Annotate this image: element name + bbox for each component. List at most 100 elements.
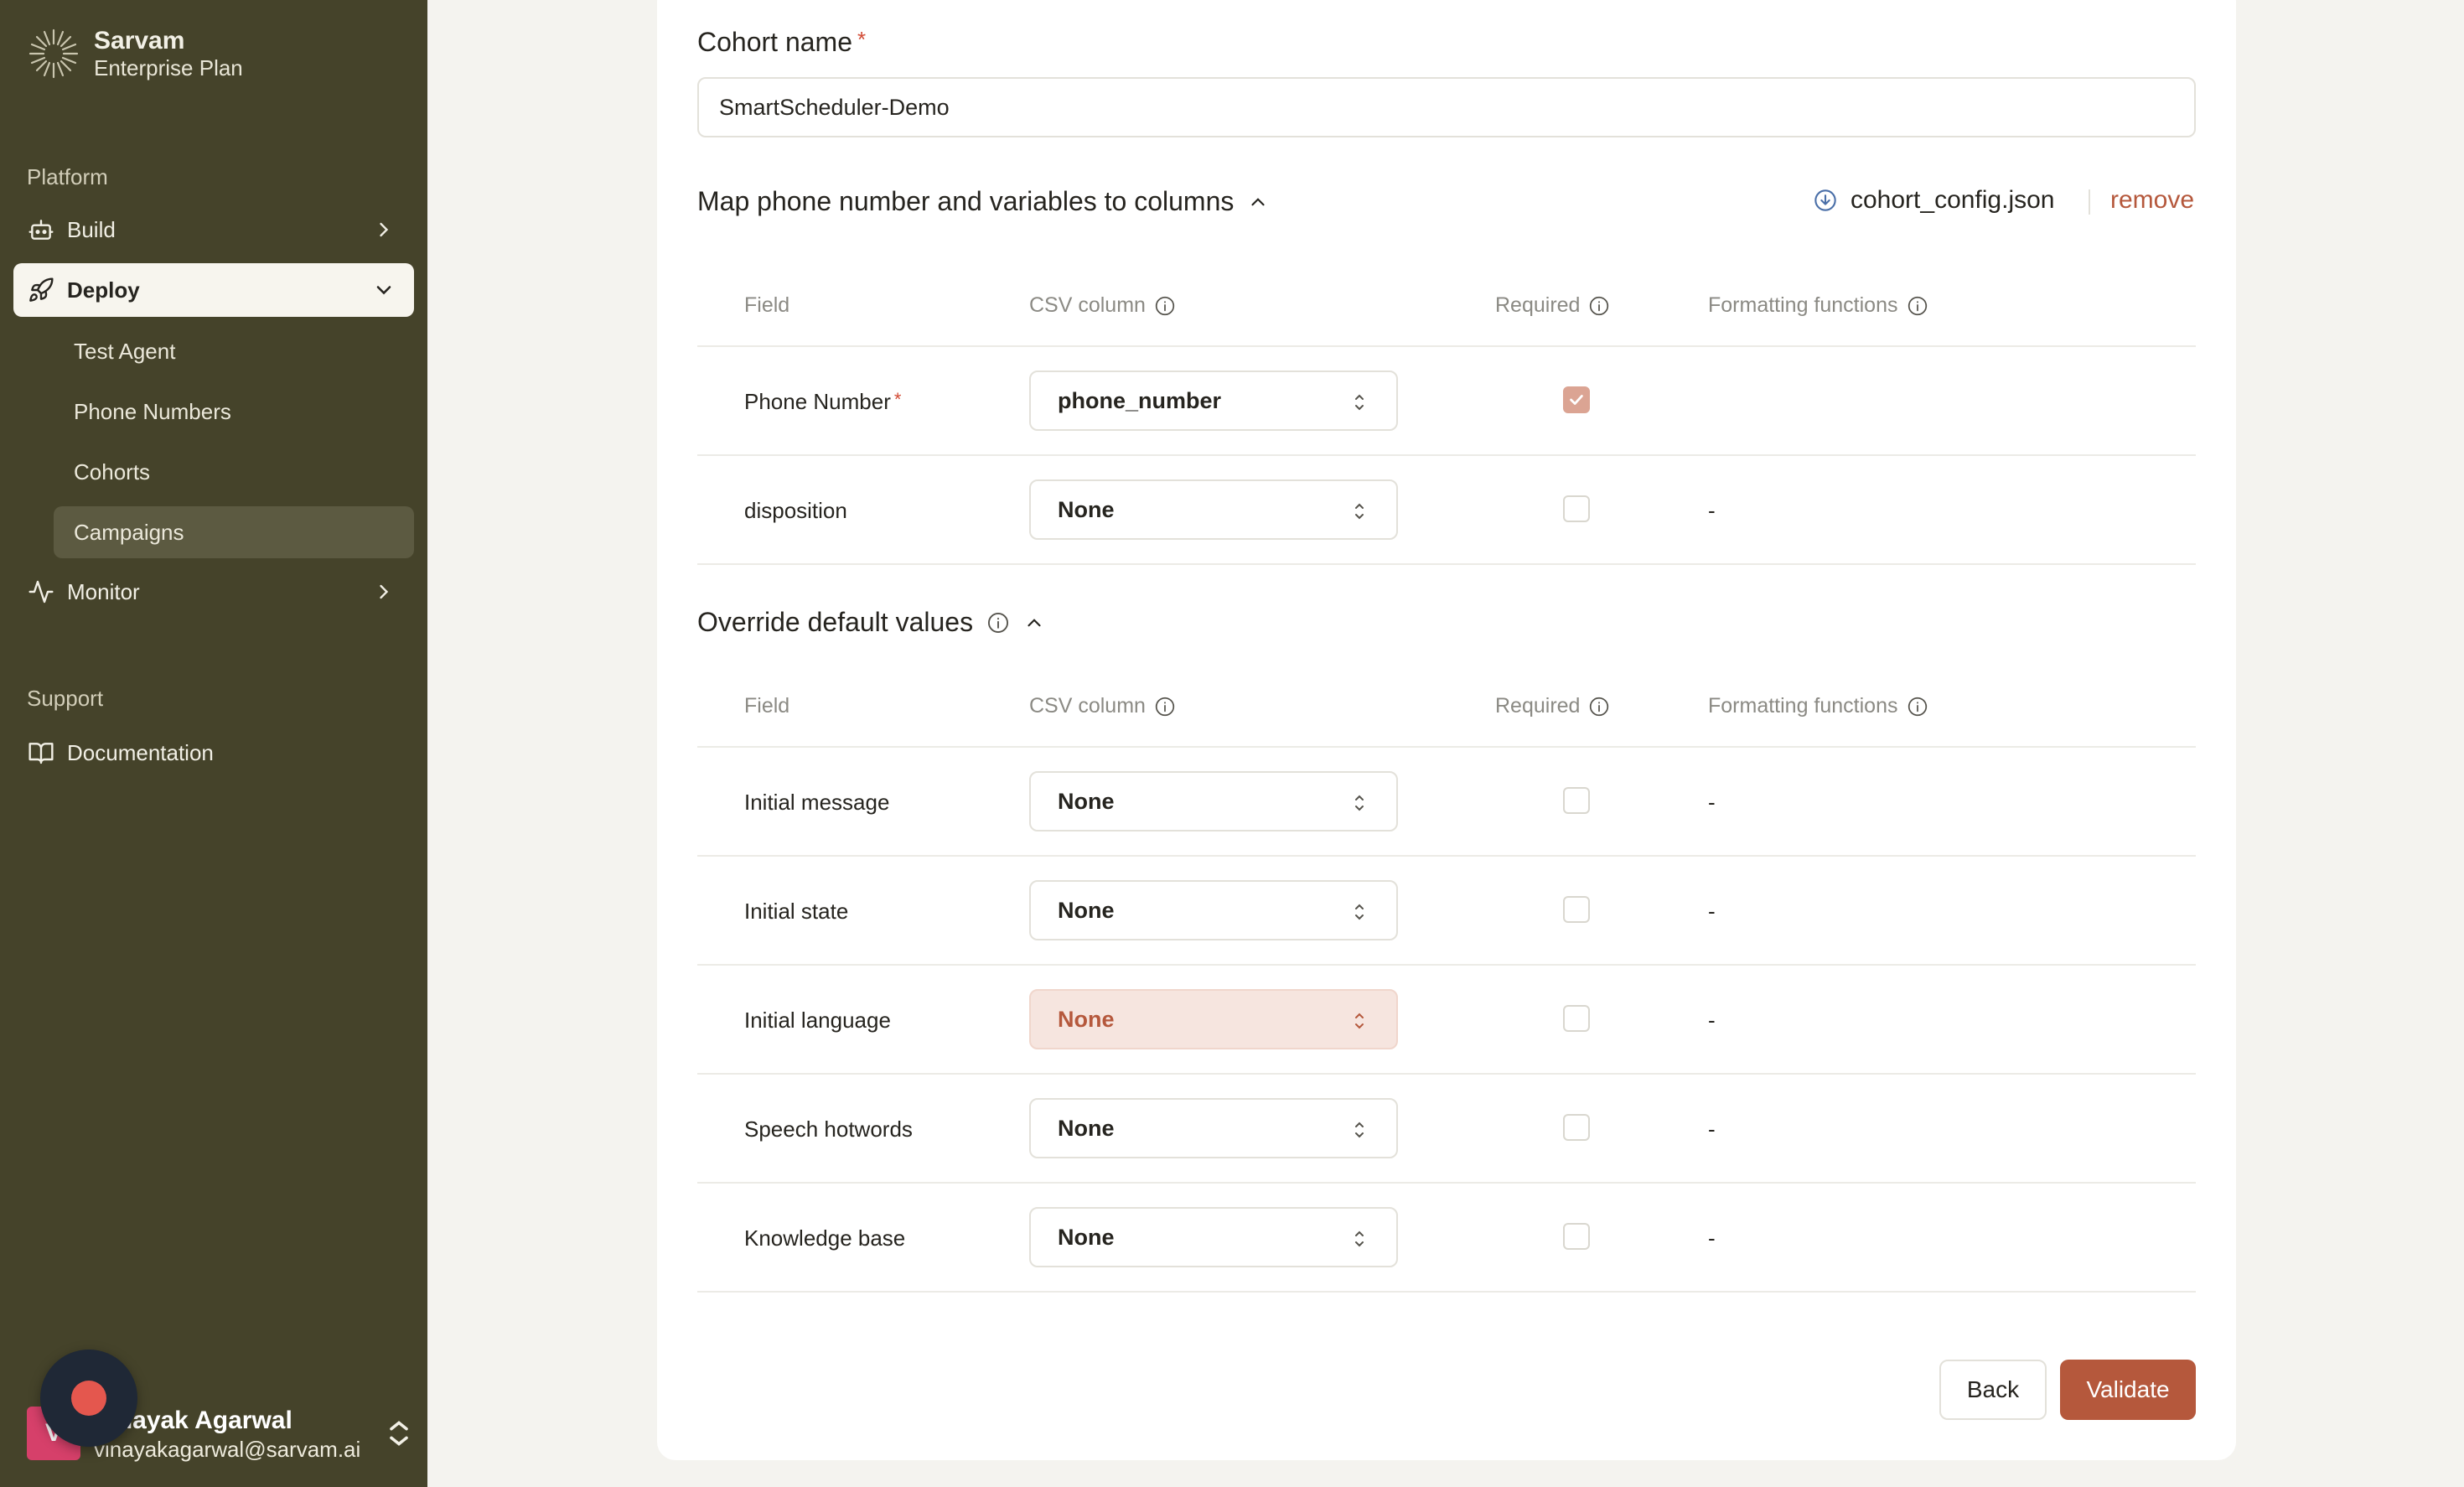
info-icon[interactable] [1907,295,1928,317]
sidebar-item-campaigns[interactable]: Campaigns [54,506,414,558]
chevron-right-icon [380,584,389,599]
sidebar-item-label: Monitor [67,578,140,604]
formatting-value: - [1708,1117,1716,1142]
column-header-label: Required [1495,293,1581,317]
chevron-right-icon [380,222,389,237]
required-checkbox-knowledge-base[interactable] [1563,1223,1590,1250]
divider [2089,189,2090,215]
table-divider [697,855,2196,857]
csv-column-select-speech-hotwords[interactable]: None [1029,1098,1398,1158]
csv-column-select-disposition[interactable]: None [1029,479,1398,540]
csv-column-select-knowledge-base[interactable]: None [1029,1207,1398,1267]
info-icon[interactable] [1154,295,1176,317]
info-icon[interactable] [1154,696,1176,718]
brand-plan: Enterprise Plan [94,54,243,80]
table-divider [697,746,2196,748]
formatting-value: - [1708,1225,1716,1251]
column-header-field: Field [744,694,789,718]
validate-button[interactable]: Validate [2060,1360,2196,1420]
sidebar-item-cohorts[interactable]: Cohorts [54,446,414,498]
sidebar-item-deploy[interactable]: Deploy [13,263,414,317]
required-marker: * [857,27,867,52]
sidebar-item-test-agent[interactable]: Test Agent [54,325,414,377]
info-icon[interactable] [1588,295,1610,317]
column-header-csv: CSV column [1029,694,1176,718]
mapping-section-title: Map phone number and variables to column… [697,186,1235,216]
column-header-label: Formatting functions [1708,293,1898,317]
record-button[interactable] [40,1350,137,1447]
column-header-label: CSV column [1029,694,1146,718]
field-speech-hotwords: Speech hotwords [744,1117,913,1142]
sidebar-item-build[interactable]: Build [13,203,414,256]
table-divider [697,964,2196,966]
config-file-download[interactable]: cohort_config.json [1814,186,2055,215]
table-divider [697,1182,2196,1184]
select-updown-icon [1355,503,1364,520]
field-initial-state: Initial state [744,899,849,924]
table-divider [697,563,2196,565]
csv-column-select-phone-number[interactable]: phone_number [1029,370,1398,431]
remove-config-link[interactable]: remove [2110,186,2194,215]
info-icon[interactable] [986,611,1010,635]
brand-name: Sarvam [94,27,185,54]
required-checkbox-initial-language[interactable] [1563,1005,1590,1032]
sidebar-item-documentation[interactable]: Documentation [13,726,414,780]
select-updown-icon [1355,795,1364,811]
field-label: Phone Number [744,389,891,414]
formatting-value: - [1708,1008,1716,1033]
info-icon[interactable] [1907,696,1928,718]
required-checkbox-phone-number[interactable] [1563,386,1590,413]
chevrons-updown-icon [390,1421,408,1446]
select-updown-icon [1355,1122,1364,1138]
deploy-rocket-icon [27,276,55,304]
cohort-name-input[interactable] [697,77,2196,137]
column-header-label: Field [744,293,790,317]
column-header-required: Required [1495,694,1610,718]
sidebar-item-monitor[interactable]: Monitor [13,565,414,619]
config-file-name: cohort_config.json [1851,186,2055,214]
select-value: None [1058,788,1115,814]
monitor-activity-icon [27,578,55,606]
required-checkbox-speech-hotwords[interactable] [1563,1114,1590,1141]
build-icon [27,215,55,244]
table-divider [697,345,2196,347]
sidebar-item-label: Documentation [67,739,214,765]
required-checkbox-disposition[interactable] [1563,495,1590,522]
select-updown-icon [1355,394,1364,411]
select-value: None [1058,496,1115,522]
back-button[interactable]: Back [1939,1360,2047,1420]
csv-column-select-initial-language[interactable]: None [1029,989,1398,1049]
sidebar-item-phone-numbers[interactable]: Phone Numbers [54,386,414,438]
csv-column-select-initial-state[interactable]: None [1029,880,1398,940]
info-icon[interactable] [1588,696,1610,718]
select-value: phone_number [1058,387,1222,413]
sarvam-logo-icon [28,29,79,79]
sidebar: Sarvam Enterprise Plan Platform Build De… [0,0,427,1487]
cohort-name-label: Cohort name * [697,27,866,58]
select-value: None [1058,1115,1115,1141]
chevron-up-icon [1028,618,1041,626]
sidebar-item-label: Build [67,216,116,242]
select-value: None [1058,897,1115,923]
select-value: None [1058,1006,1115,1032]
cohort-name-label-text: Cohort name [697,27,852,57]
brand[interactable]: Sarvam Enterprise Plan [27,27,243,80]
column-header-formatting: Formatting functions [1708,293,1928,318]
required-checkbox-initial-message[interactable] [1563,787,1590,814]
chevron-up-icon [1251,197,1265,205]
user-email: vinayakagarwal@sarvam.ai [94,1437,361,1462]
select-value: None [1058,1224,1115,1250]
table-divider [697,454,2196,456]
column-header-formatting: Formatting functions [1708,694,1928,718]
column-header-required: Required [1495,293,1610,318]
override-section-toggle[interactable]: Override default values [697,607,1045,638]
override-section-title: Override default values [697,607,974,637]
download-icon [1814,189,1836,211]
csv-column-select-initial-message[interactable]: None [1029,771,1398,832]
required-checkbox-initial-state[interactable] [1563,896,1590,923]
table-divider [697,1073,2196,1075]
mapping-section-toggle[interactable]: Map phone number and variables to column… [697,186,1269,217]
formatting-value: - [1708,498,1716,523]
field-disposition: disposition [744,498,847,523]
documentation-book-icon [27,738,55,767]
